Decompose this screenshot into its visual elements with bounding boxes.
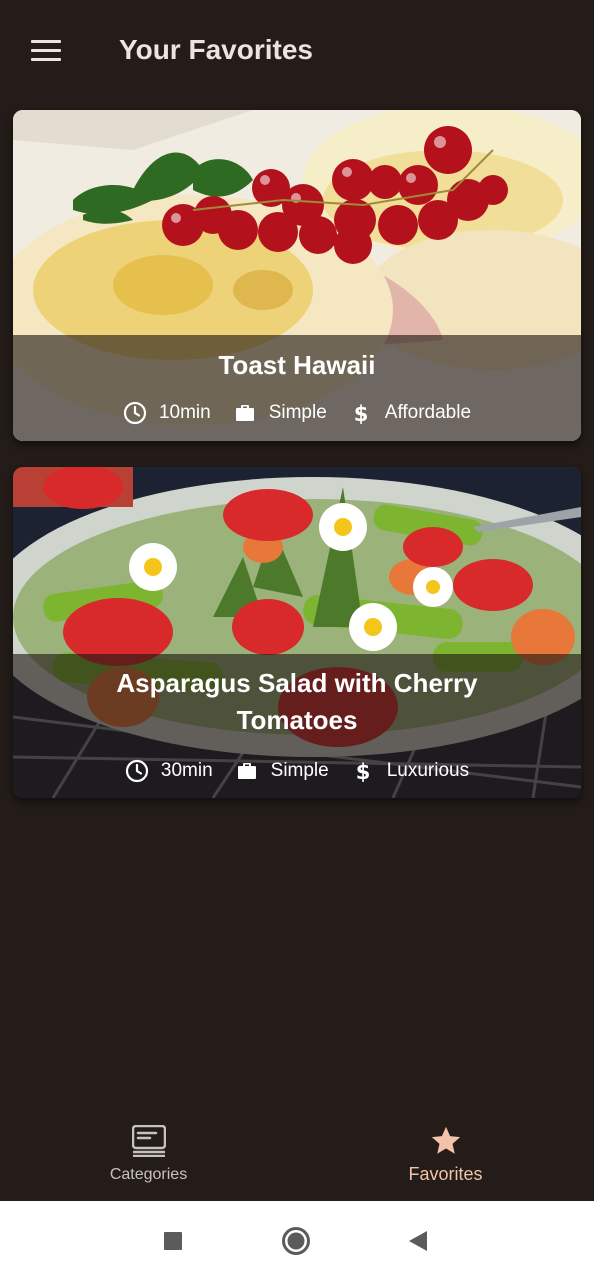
briefcase-icon [235, 759, 259, 783]
meal-card-asparagus-salad[interactable]: Asparagus Salad with Cherry Tomatoes 30m… [13, 467, 581, 798]
nav-label-favorites: Favorites [408, 1164, 483, 1184]
nav-item-favorites[interactable]: Favorites [297, 1108, 594, 1201]
bottom-navigation: Categories Favorites [0, 1108, 594, 1201]
svg-text:$: $ [355, 760, 370, 783]
meal-complexity: Simple [233, 401, 327, 425]
app-bar: Your Favorites [0, 0, 594, 104]
nav-item-categories[interactable]: Categories [0, 1108, 297, 1201]
system-navigation-bar [0, 1201, 594, 1280]
affordability-label: Luxurious [386, 760, 470, 781]
meal-meta: 10min Simple $ Affordable [13, 401, 581, 425]
meal-title: Toast Hawaii [218, 350, 376, 380]
meal-title: Asparagus Salad with Cherry Tomatoes [116, 668, 478, 735]
nav-label-categories: Categories [109, 1166, 188, 1183]
circle-home-icon[interactable] [280, 1225, 312, 1257]
clock-icon [123, 401, 147, 425]
square-recents-icon[interactable] [157, 1225, 189, 1257]
triangle-back-icon[interactable] [402, 1225, 434, 1257]
briefcase-icon [233, 401, 257, 425]
clock-icon [125, 759, 149, 783]
categories-icon [131, 1124, 166, 1158]
dollar-icon: $ [349, 401, 373, 425]
meal-affordability: $ Affordable [349, 401, 471, 425]
meal-affordability: $ Luxurious [351, 759, 469, 783]
meal-meta: 30min Simple $ Luxurious [13, 759, 581, 783]
affordability-label: Affordable [384, 402, 472, 423]
meal-duration: 30min [125, 759, 213, 783]
complexity-label: Simple [270, 760, 329, 781]
svg-text:$: $ [353, 402, 368, 425]
star-icon [429, 1124, 463, 1158]
meal-card-toast-hawaii[interactable]: Toast Hawaii 10min Simple $ Affordable [13, 110, 581, 441]
meal-complexity: Simple [235, 759, 329, 783]
complexity-label: Simple [268, 402, 327, 423]
dollar-icon: $ [351, 759, 375, 783]
meal-duration: 10min [123, 401, 211, 425]
hamburger-menu-icon[interactable] [31, 40, 61, 62]
page-title: Your Favorites [119, 34, 313, 65]
duration-label: 10min [158, 402, 211, 423]
duration-label: 30min [160, 760, 213, 781]
